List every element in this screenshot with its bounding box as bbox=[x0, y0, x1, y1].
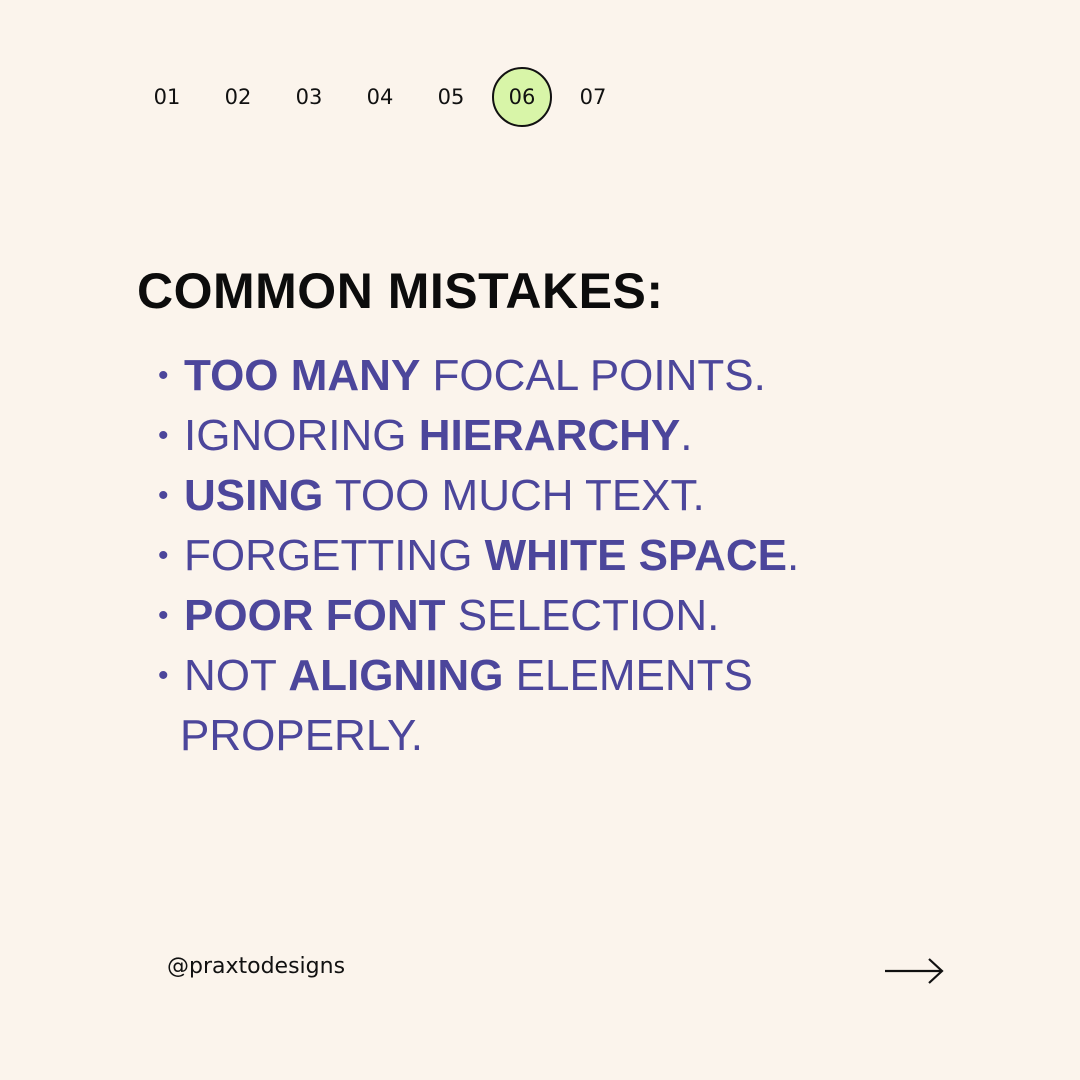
plain-text: SELECTION. bbox=[445, 591, 720, 640]
page-number: 05 bbox=[437, 85, 465, 109]
mistakes-list: • TOO MANY FOCAL POINTS. • IGNORING HIERARC… bbox=[158, 346, 799, 766]
list-item-text: IGNORING HIERARCHY. bbox=[184, 406, 693, 466]
plain-text: ELEMENTS bbox=[503, 651, 753, 700]
plain-text: TOO MUCH TEXT. bbox=[323, 471, 705, 520]
list-item: • TOO MANY FOCAL POINTS. bbox=[158, 346, 799, 406]
emphasis-text: HIERARCHY bbox=[418, 411, 681, 460]
emphasis-text: WHITE SPACE bbox=[484, 531, 787, 580]
plain-text: FOCAL POINTS. bbox=[420, 351, 766, 400]
list-item: • IGNORING HIERARCHY. bbox=[158, 406, 799, 466]
page-title: COMMON MISTAKES: bbox=[137, 263, 664, 319]
list-item-text: FORGETTING WHITE SPACE. bbox=[184, 526, 799, 586]
page-number: 01 bbox=[153, 85, 181, 109]
list-item: • POOR FONT SELECTION. bbox=[158, 586, 799, 646]
bullet-icon: • bbox=[158, 419, 169, 452]
plain-text: FORGETTING bbox=[184, 531, 485, 580]
plain-text: . bbox=[680, 411, 693, 460]
page-number: 04 bbox=[366, 85, 394, 109]
plain-text: IGNORING bbox=[184, 411, 419, 460]
page-number: 03 bbox=[295, 85, 323, 109]
list-item-text: POOR FONT SELECTION. bbox=[184, 586, 719, 646]
list-item-text: TOO MANY FOCAL POINTS. bbox=[184, 346, 766, 406]
emphasis-text: ALIGNING bbox=[288, 651, 504, 700]
emphasis-text: POOR FONT bbox=[184, 591, 446, 640]
page-indicator: 01 02 03 04 05 06 07 bbox=[137, 67, 623, 127]
plain-text: NOT bbox=[184, 651, 289, 700]
current-page-number: 06 bbox=[492, 67, 552, 127]
page-number: 02 bbox=[224, 85, 252, 109]
bullet-icon: • bbox=[158, 599, 169, 632]
bullet-icon: • bbox=[158, 359, 169, 392]
bullet-icon: • bbox=[158, 539, 169, 572]
emphasis-text: TOO MANY bbox=[184, 351, 421, 400]
plain-text: . bbox=[786, 531, 800, 580]
list-item-continuation: PROPERLY. bbox=[180, 711, 423, 760]
list-item-text: USING TOO MUCH TEXT. bbox=[184, 466, 705, 526]
bullet-icon: • bbox=[158, 659, 169, 692]
list-item: • USING TOO MUCH TEXT. bbox=[158, 466, 799, 526]
page-number: 07 bbox=[579, 85, 607, 109]
bullet-icon: • bbox=[158, 479, 169, 512]
list-item-text: NOT ALIGNING ELEMENTS bbox=[184, 646, 753, 706]
account-handle: @praxtodesigns bbox=[167, 954, 346, 979]
right-arrow-icon[interactable] bbox=[884, 955, 946, 987]
emphasis-text: USING bbox=[184, 471, 324, 520]
list-item: • FORGETTING WHITE SPACE. bbox=[158, 526, 799, 586]
list-item: • NOT ALIGNING ELEMENTS bbox=[158, 646, 799, 706]
